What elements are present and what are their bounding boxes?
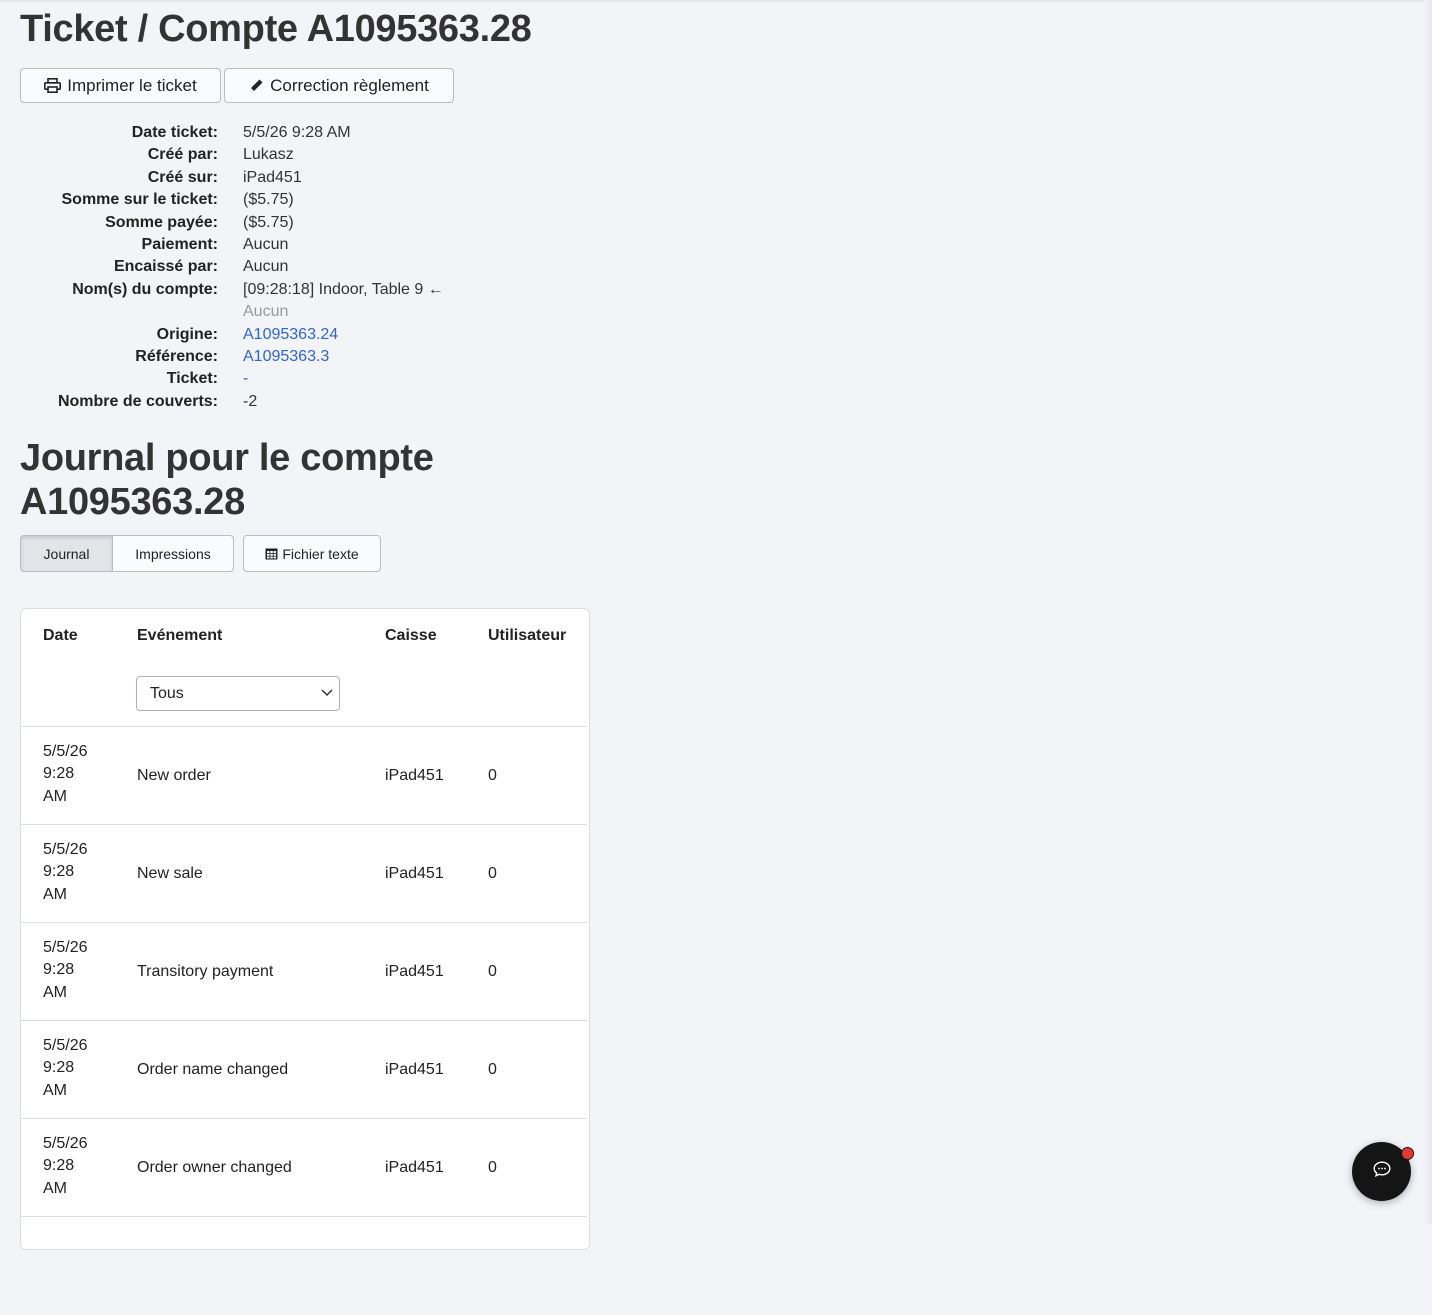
detail-value: Aucun <box>243 236 289 254</box>
row-event: Order owner changed <box>137 1159 292 1176</box>
detail-label: Nom(s) du compte: <box>72 280 218 298</box>
row-register: iPad451 <box>385 1159 444 1176</box>
row-user: 0 <box>488 767 497 784</box>
notification-badge <box>1401 1147 1414 1160</box>
row-register: iPad451 <box>385 1061 444 1078</box>
row-date: 5/5/26 9:28 AM <box>43 939 88 1001</box>
column-header-register: Caisse <box>385 627 437 644</box>
table-row: 5/5/26 9:28 AM Order owner changed iPad451… <box>21 1118 587 1217</box>
detail-row-collected-by: Encaissé par: Aucun <box>20 256 580 278</box>
ticket-link[interactable]: - <box>243 368 248 390</box>
detail-label: Origine: <box>156 325 218 343</box>
detail-value: Lukasz <box>243 146 294 164</box>
row-date: 5/5/26 9:28 AM <box>43 1135 88 1197</box>
row-register: iPad451 <box>385 767 444 784</box>
journal-title: Journal pour le compte A1095363.28 <box>20 436 440 524</box>
table-row: 5/5/26 9:28 AM Transitory payment iPad451 … <box>21 922 587 1021</box>
column-header-date: Date <box>43 627 78 644</box>
detail-value: Aucun <box>243 303 289 321</box>
row-user: 0 <box>488 1159 497 1176</box>
detail-value: 5/5/26 9:28 AM <box>243 124 351 141</box>
row-event: Transitory payment <box>137 963 274 980</box>
detail-label: Nombre de couverts: <box>57 392 218 410</box>
row-date: 5/5/26 9:28 AM <box>43 1037 88 1099</box>
print-ticket-label: Imprimer le ticket <box>67 75 197 95</box>
detail-label: Créé sur: <box>147 168 218 186</box>
table-row: 5/5/26 9:28 AM Order name changed iPad451 … <box>21 1020 587 1119</box>
print-ticket-button[interactable]: Imprimer le ticket <box>20 68 221 103</box>
origin-link[interactable]: A1095363.24 <box>243 324 338 346</box>
row-date: 5/5/26 9:28 AM <box>43 841 88 903</box>
reference-link[interactable]: A1095363.3 <box>243 346 329 368</box>
detail-value: iPad451 <box>243 168 302 186</box>
detail-row-created-by: Créé par: Lukasz <box>20 144 580 166</box>
column-header-event: Evénement <box>137 627 223 644</box>
detail-label: Référence: <box>135 348 218 366</box>
page-title: Ticket / Compte A1095363.28 <box>20 8 532 50</box>
row-user: 0 <box>488 1061 497 1078</box>
tab-impressions[interactable]: Impressions <box>113 535 234 572</box>
ticket-details: Date ticket: 5/5/26 9:28 AM Créé par: Lu… <box>20 122 580 413</box>
detail-label: Encaissé par: <box>113 258 218 276</box>
row-user: 0 <box>488 865 497 882</box>
detail-label: Ticket: <box>166 370 218 388</box>
row-register: iPad451 <box>385 865 444 882</box>
journal-tabs: Journal Impressions <box>20 535 234 572</box>
journal-title-line2: A1095363.28 <box>20 481 245 523</box>
chat-icon <box>1372 1161 1391 1182</box>
detail-row-covers: Nombre de couverts: -2 <box>20 391 580 413</box>
detail-row-account-names-extra: Aucun <box>20 301 580 323</box>
detail-row-date: Date ticket: 5/5/26 9:28 AM <box>20 122 580 144</box>
detail-row-reference: Référence: A1095363.3 <box>20 346 580 368</box>
detail-value: Aucun <box>243 258 289 276</box>
detail-row-ticket: Ticket: - <box>20 368 580 390</box>
top-shadow <box>0 0 1432 3</box>
detail-row-ticket-sum: Somme sur le ticket: ($5.75) <box>20 189 580 211</box>
row-user: 0 <box>488 963 497 980</box>
detail-label: Date ticket: <box>131 124 218 141</box>
journal-title-line1: Journal pour le compte <box>20 437 434 479</box>
detail-label <box>20 301 218 323</box>
detail-row-origin: Origine: A1095363.24 <box>20 324 580 346</box>
detail-row-account-names: Nom(s) du compte: [09:28:18] Indoor, Tab… <box>20 279 580 301</box>
detail-label: Somme payée: <box>105 213 218 231</box>
export-text-file-button[interactable]: Fichier texte <box>243 535 381 572</box>
payment-correction-button[interactable]: Correction règlement <box>224 68 454 103</box>
table-icon <box>265 548 278 560</box>
detail-label: Somme sur le ticket: <box>61 191 219 209</box>
event-filter-value: Tous <box>150 684 184 702</box>
detail-value: [09:28:18] Indoor, Table 9 ← <box>243 280 444 298</box>
table-row: 5/5/26 9:28 AM New sale iPad451 0 <box>21 824 587 923</box>
detail-value: ($5.75) <box>243 191 294 209</box>
window-edge <box>1424 0 1432 1224</box>
tab-journal[interactable]: Journal <box>20 535 113 572</box>
detail-row-created-on: Créé sur: iPad451 <box>20 167 580 189</box>
detail-label: Paiement: <box>141 236 218 254</box>
row-event: New sale <box>137 865 203 882</box>
pencil-icon <box>249 78 264 93</box>
detail-row-paid-sum: Somme payée: ($5.75) <box>20 212 580 234</box>
export-text-file-label: Fichier texte <box>282 545 359 562</box>
printer-icon <box>44 78 62 93</box>
detail-value: ($5.75) <box>243 213 294 231</box>
row-event: New order <box>137 767 211 784</box>
payment-correction-label: Correction règlement <box>270 75 429 95</box>
row-event: Order name changed <box>137 1061 289 1078</box>
detail-value: -2 <box>243 392 258 410</box>
table-row: 5/5/26 9:28 AM New order iPad451 0 <box>21 726 587 825</box>
detail-row-payment: Paiement: Aucun <box>20 234 580 256</box>
row-date: 5/5/26 9:28 AM <box>43 743 88 805</box>
table-row <box>21 1216 587 1315</box>
row-register: iPad451 <box>385 963 444 980</box>
column-header-user: Utilisateur <box>488 627 567 644</box>
event-filter-select[interactable]: Tous <box>136 676 340 711</box>
detail-label: Créé par: <box>147 146 218 164</box>
